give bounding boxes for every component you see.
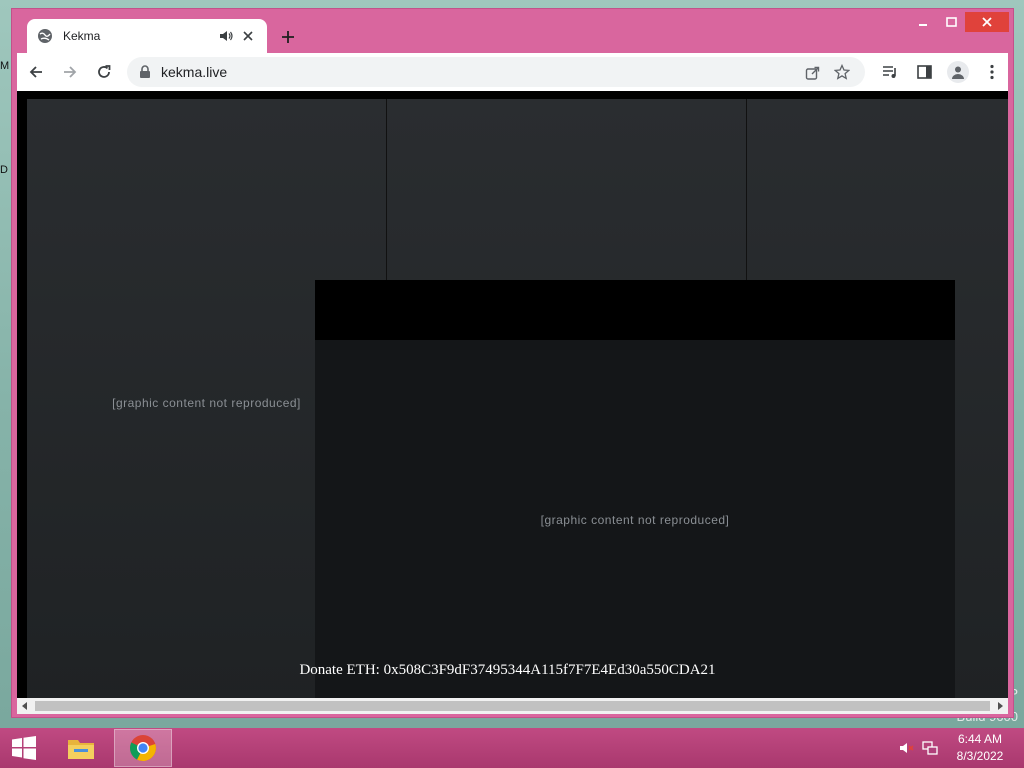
- lock-icon[interactable]: [137, 64, 153, 80]
- media-queue-icon[interactable]: [875, 57, 905, 87]
- maximize-icon: [945, 17, 957, 27]
- file-explorer-icon: [68, 740, 94, 759]
- plus-icon: [282, 31, 294, 43]
- profile-button[interactable]: [943, 57, 973, 87]
- minimize-icon: [919, 24, 927, 26]
- arrow-left-icon: [29, 66, 42, 78]
- video-placeholder[interactable]: [graphic content not reproduced]: [315, 340, 955, 700]
- browser-toolbar: kekma.live: [17, 53, 1008, 91]
- start-button[interactable]: [0, 728, 48, 768]
- taskbar-clock[interactable]: 6:44 AM 8/3/2022: [948, 731, 1012, 765]
- window-maximize-button[interactable]: [937, 12, 965, 32]
- share-icon[interactable]: [799, 59, 825, 85]
- desktop-icon-label-d[interactable]: D: [0, 164, 8, 176]
- tab-close-icon[interactable]: [239, 27, 257, 45]
- web-content: [graphic content not reproduced] [graphi…: [17, 91, 1008, 706]
- chrome-taskbar-button[interactable]: [114, 729, 172, 767]
- scroll-left-arrow[interactable]: [17, 698, 33, 714]
- window-minimize-button[interactable]: [909, 12, 937, 32]
- side-panel-icon[interactable]: [909, 57, 939, 87]
- placeholder-label: [graphic content not reproduced]: [540, 513, 730, 527]
- close-icon: [982, 17, 992, 27]
- profile-icon: [947, 61, 969, 83]
- tab-title: Kekma: [63, 29, 101, 43]
- horizontal-scrollbar[interactable]: [17, 698, 1008, 714]
- desktop-icon-label-m[interactable]: M: [0, 60, 9, 72]
- windows-logo-icon: [12, 736, 36, 760]
- browser-tab[interactable]: Kekma: [27, 19, 267, 53]
- window-close-button[interactable]: [965, 12, 1009, 32]
- arrow-right-icon: [64, 66, 77, 78]
- donate-eth-text: Donate ETH: 0x508C3F9dF37495344A115f7F7E…: [299, 662, 716, 678]
- forward-button[interactable]: [55, 57, 85, 87]
- back-button[interactable]: [21, 57, 51, 87]
- new-tab-button[interactable]: [276, 25, 300, 49]
- url-text[interactable]: kekma.live: [161, 64, 795, 80]
- placeholder-label: [graphic content not reproduced]: [112, 395, 301, 410]
- kebab-menu-icon[interactable]: [977, 57, 1007, 87]
- clock-date: 8/3/2022: [956, 749, 1004, 763]
- address-bar[interactable]: kekma.live: [127, 57, 865, 87]
- reload-icon: [98, 65, 111, 78]
- clock-time: 6:44 AM: [957, 732, 1003, 746]
- video-player[interactable]: [graphic content not reproduced]: [315, 280, 955, 700]
- browser-window: Kekma kekma.live [graphic content not re…: [11, 8, 1014, 718]
- volume-muted-icon[interactable]: [898, 740, 916, 756]
- network-icon[interactable]: [921, 740, 939, 756]
- globe-icon: [37, 28, 53, 44]
- file-explorer-button[interactable]: [52, 729, 110, 767]
- bookmark-star-icon[interactable]: [829, 59, 855, 85]
- reload-button[interactable]: [89, 57, 119, 87]
- chrome-icon: [130, 735, 156, 762]
- scrollbar-thumb[interactable]: [35, 701, 990, 711]
- speaker-icon[interactable]: [217, 28, 235, 44]
- taskbar: 6:44 AM 8/3/2022: [0, 728, 1024, 768]
- scroll-right-arrow[interactable]: [992, 698, 1008, 714]
